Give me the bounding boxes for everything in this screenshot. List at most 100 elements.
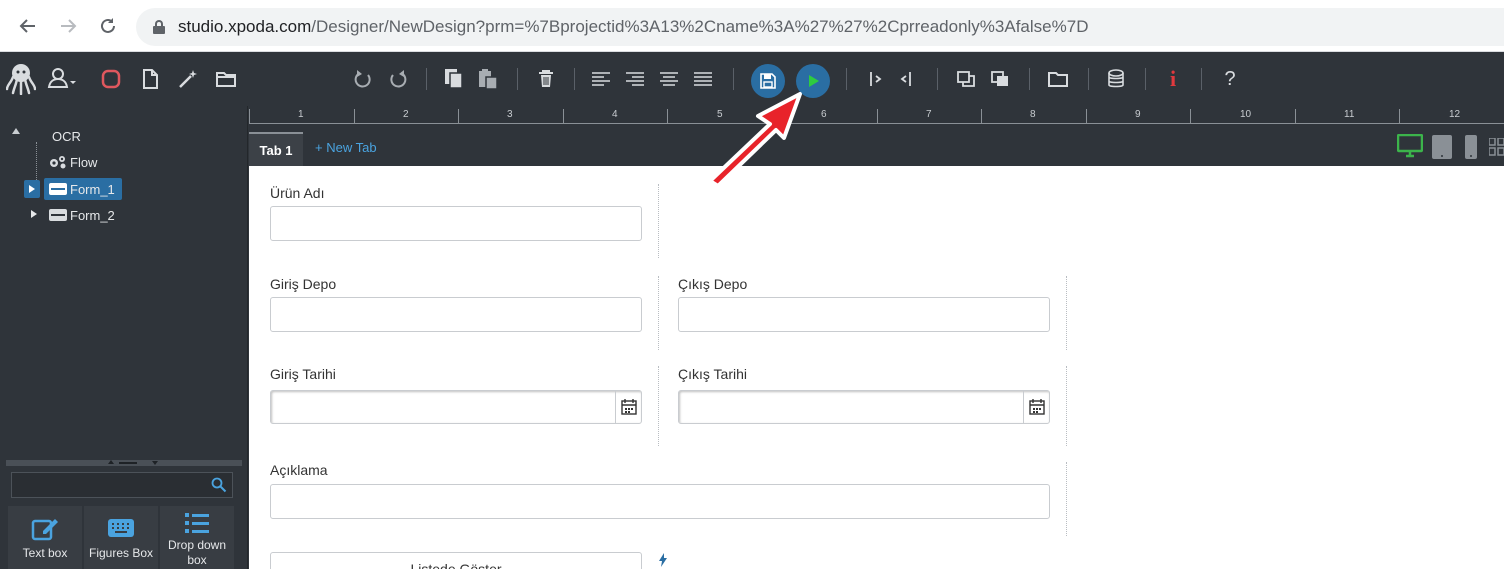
cikis-tarihi-input[interactable] xyxy=(678,390,1050,424)
panel-splitter[interactable] xyxy=(6,460,242,466)
component-label: Drop down box xyxy=(167,538,227,567)
tree-expand-caret[interactable] xyxy=(31,210,37,218)
tree-item-form-2[interactable]: Form_2 xyxy=(49,204,115,226)
magic-wand-icon[interactable] xyxy=(173,64,203,94)
paste-icon[interactable] xyxy=(473,64,503,94)
tree-item-label: Form_1 xyxy=(70,181,115,197)
cikis-depo-label: Çıkış Depo xyxy=(678,276,748,292)
listede-goster-button[interactable]: Listede Göster xyxy=(270,552,642,569)
redo-icon[interactable] xyxy=(383,64,413,94)
info-icon[interactable]: i xyxy=(1158,64,1188,94)
tree-root-label: OCR xyxy=(52,128,81,144)
database-icon[interactable] xyxy=(1101,64,1131,94)
indent-icon[interactable] xyxy=(861,64,891,94)
component-label: Text box xyxy=(22,546,68,560)
lock-icon xyxy=(152,20,166,34)
toolbar-separator xyxy=(846,68,847,90)
toolbar-separator xyxy=(1201,68,1202,90)
phone-icon[interactable] xyxy=(1465,135,1477,164)
component-drop-down-box[interactable]: Drop down box xyxy=(160,506,234,569)
calendar-button[interactable] xyxy=(615,391,641,423)
column-divider xyxy=(658,366,659,446)
aciklama-input[interactable] xyxy=(270,484,1050,519)
align-right-icon[interactable] xyxy=(620,64,650,94)
tree-collapse-caret[interactable] xyxy=(12,128,20,134)
component-figures-box[interactable]: Figures Box xyxy=(84,506,158,569)
undo-icon[interactable] xyxy=(348,64,378,94)
user-menu-icon[interactable] xyxy=(46,64,76,94)
folder-icon[interactable] xyxy=(211,64,241,94)
stop-icon[interactable] xyxy=(96,64,126,94)
column-divider xyxy=(1066,276,1067,350)
browser-bar: studio.xpoda.com/Designer/NewDesign?prm=… xyxy=(0,0,1504,52)
back-button[interactable] xyxy=(14,12,42,40)
design-canvas: Ürün Adı Giriş Depo Çıkış Depo Giriş Tar… xyxy=(249,166,1504,569)
tree-item-flow[interactable]: Flow xyxy=(48,151,97,173)
ruler-tick xyxy=(981,109,982,123)
reload-icon xyxy=(101,18,115,33)
grid-icon[interactable] xyxy=(1488,137,1504,161)
delete-icon[interactable] xyxy=(531,64,561,94)
ruler-number: 3 xyxy=(507,109,513,120)
column-divider xyxy=(658,276,659,350)
calendar-icon xyxy=(1028,399,1045,415)
tablet-icon[interactable] xyxy=(1432,135,1452,164)
toolbar-separator xyxy=(426,68,427,90)
ruler-number: 8 xyxy=(1030,109,1036,120)
giris-depo-input[interactable] xyxy=(270,297,642,332)
align-center-icon[interactable] xyxy=(654,64,684,94)
desktop-icon[interactable] xyxy=(1396,133,1424,163)
aciklama-label: Açıklama xyxy=(270,462,328,478)
ruler-number: 2 xyxy=(403,109,409,120)
outdent-icon[interactable] xyxy=(891,64,921,94)
column-divider xyxy=(1066,366,1067,446)
calendar-icon xyxy=(620,399,637,415)
url-host: studio.xpoda.com xyxy=(178,17,312,36)
help-icon[interactable]: ? xyxy=(1215,64,1245,94)
new-tab-link[interactable]: + New Tab xyxy=(315,140,377,155)
giris-tarihi-input[interactable] xyxy=(270,390,642,424)
bring-front-icon[interactable] xyxy=(951,64,981,94)
column-divider xyxy=(658,184,659,258)
annotation-arrow-icon xyxy=(708,92,802,186)
calendar-button[interactable] xyxy=(1023,391,1049,423)
component-text-box[interactable]: Text box xyxy=(8,506,82,569)
tree-item-form-1[interactable]: Form_1 xyxy=(44,178,122,200)
copy-icon[interactable] xyxy=(439,64,469,94)
ruler-number: 4 xyxy=(612,109,618,120)
urun-adi-label: Ürün Adı xyxy=(270,185,325,201)
send-back-icon[interactable] xyxy=(985,64,1015,94)
reload-button[interactable] xyxy=(94,12,122,40)
align-left-icon[interactable] xyxy=(586,64,616,94)
ruler-tick xyxy=(667,109,668,123)
edit-icon xyxy=(31,519,58,541)
giris-tarihi-label: Giriş Tarihi xyxy=(270,366,336,382)
component-search-input[interactable] xyxy=(11,472,233,498)
url-path: /Designer/NewDesign?prm=%7Bprojectid%3A1… xyxy=(311,17,1089,36)
lightning-icon[interactable] xyxy=(658,553,668,567)
ruler-number: 6 xyxy=(821,109,827,120)
ruler-tick xyxy=(1190,109,1191,123)
toolbar-separator xyxy=(937,68,938,90)
toolbar-separator xyxy=(574,68,575,90)
tree-expand-caret[interactable] xyxy=(24,180,40,198)
open-folder-icon[interactable] xyxy=(1043,64,1073,94)
address-bar[interactable]: studio.xpoda.com/Designer/NewDesign?prm=… xyxy=(136,8,1504,46)
ruler-tick xyxy=(1295,109,1296,123)
tree-root-ocr[interactable]: OCR xyxy=(52,125,81,147)
cikis-tarihi-label: Çıkış Tarihi xyxy=(678,366,747,382)
form-icon xyxy=(49,183,67,195)
octopus-logo-icon xyxy=(4,62,38,96)
ruler: 1 2 3 4 5 6 7 8 9 10 11 12 xyxy=(249,106,1504,124)
forward-button[interactable] xyxy=(54,12,82,40)
toolbar-separator xyxy=(1145,68,1146,90)
list-icon xyxy=(185,513,209,533)
project-sidebar: OCR Flow Form_1 Form_2 Text box Figures … xyxy=(0,106,248,569)
urun-adi-input[interactable] xyxy=(270,206,642,241)
ruler-tick xyxy=(1399,109,1400,123)
tab-1[interactable]: Tab 1 xyxy=(249,132,303,166)
new-page-icon[interactable] xyxy=(135,64,165,94)
ruler-tick xyxy=(249,109,250,123)
arrow-left-icon xyxy=(19,19,35,33)
cikis-depo-input[interactable] xyxy=(678,297,1050,332)
